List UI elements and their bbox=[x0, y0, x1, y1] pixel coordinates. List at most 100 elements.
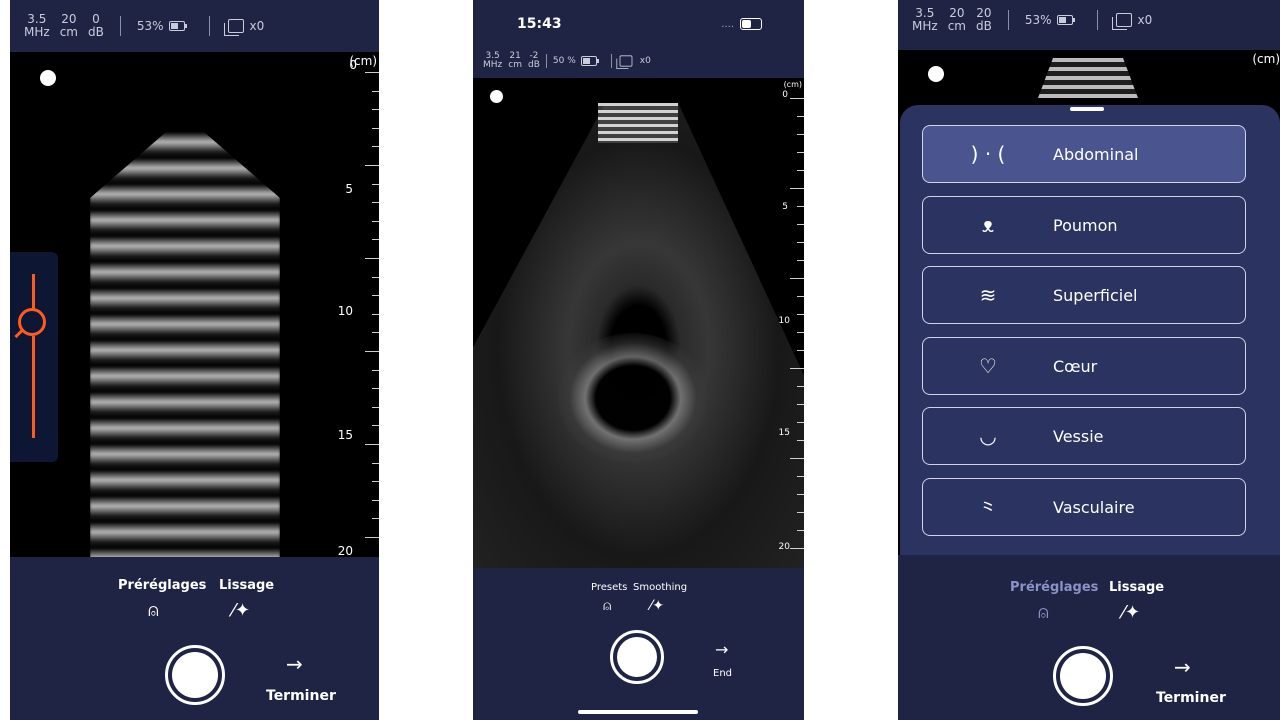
presets-button-label[interactable]: Préréglages bbox=[118, 578, 206, 593]
ruler-tick bbox=[372, 369, 379, 371]
saved-images-count[interactable]: x0 bbox=[1111, 13, 1152, 30]
end-button[interactable]: Terminer bbox=[1156, 690, 1226, 706]
heart-icon: ♡ bbox=[979, 354, 997, 378]
smoothing-button-label[interactable]: Smoothing bbox=[633, 582, 687, 593]
ruler-tick bbox=[372, 313, 379, 315]
near-field bbox=[1038, 58, 1138, 98]
ruler-label: 10 bbox=[778, 316, 790, 326]
ruler-label: 15 bbox=[337, 428, 353, 442]
arrow-right-icon[interactable]: → bbox=[286, 652, 303, 676]
ruler-tick bbox=[797, 170, 804, 171]
frequency-readout: 3.5 MHz bbox=[912, 6, 938, 33]
ruler-tick bbox=[797, 530, 804, 531]
ruler-tick bbox=[797, 350, 804, 351]
preset-label: Cœur bbox=[1053, 356, 1098, 376]
depth-readout: 20 cm bbox=[947, 6, 966, 33]
divider bbox=[1096, 10, 1098, 30]
ruler-tick bbox=[372, 295, 379, 297]
status-bar: 3.5 MHz 20 cm 0 dB 53% x0 bbox=[10, 0, 379, 52]
ruler-tick bbox=[790, 98, 804, 99]
end-button[interactable]: Terminer bbox=[266, 688, 336, 704]
ruler-tick bbox=[797, 152, 804, 153]
gallery-icon bbox=[1111, 13, 1132, 30]
ultrasound-beam bbox=[90, 132, 280, 557]
gain-readout: 20 dB bbox=[975, 6, 992, 33]
live-indicator bbox=[928, 66, 944, 82]
arrow-right-icon[interactable]: → bbox=[715, 640, 728, 659]
presets-button-label[interactable]: Préréglages bbox=[1010, 580, 1098, 595]
screen-live-scan-fr: 3.5 MHz 20 cm 0 dB 53% x0 (cm) 0 5 10 15… bbox=[10, 0, 379, 720]
sheet-grabber[interactable] bbox=[1070, 107, 1104, 111]
home-indicator[interactable] bbox=[578, 710, 698, 714]
presets-sheet: ) · ( Abdominal ᴥ Poumon ≋ Superficiel ♡… bbox=[900, 105, 1280, 555]
preset-label: Abdominal bbox=[1053, 144, 1139, 164]
gallery-icon bbox=[616, 55, 633, 69]
ruler-tick bbox=[365, 72, 379, 73]
magic-wand-icon[interactable]: ⁄✦ bbox=[650, 598, 664, 614]
person-icon[interactable]: ⍝ bbox=[603, 598, 611, 614]
battery-icon bbox=[1056, 15, 1075, 25]
ruler-label: 20 bbox=[337, 544, 353, 557]
presets-button-label[interactable]: Presets bbox=[591, 582, 627, 593]
organ-region bbox=[558, 333, 708, 463]
ruler-label: 0 bbox=[782, 90, 788, 100]
ruler-tick bbox=[372, 332, 379, 334]
ruler-tick bbox=[372, 388, 379, 390]
ruler-tick bbox=[797, 206, 804, 207]
ruler-label: 20 bbox=[778, 542, 790, 552]
ruler-tick bbox=[797, 116, 804, 117]
ruler-tick bbox=[790, 188, 804, 189]
preset-poumon[interactable]: ᴥ Poumon bbox=[922, 196, 1246, 254]
ios-status: .... bbox=[721, 18, 762, 30]
ruler-tick bbox=[790, 458, 804, 459]
gain-knob-handle bbox=[14, 328, 24, 339]
capture-button[interactable] bbox=[1053, 646, 1113, 706]
battery-icon bbox=[168, 21, 187, 31]
saved-images-count[interactable]: x0 bbox=[616, 54, 651, 69]
depth-readout: 20 cm bbox=[59, 12, 78, 39]
bladder-icon: ◡ bbox=[979, 424, 997, 448]
arrow-right-icon[interactable]: → bbox=[1174, 655, 1191, 679]
ruler-tick bbox=[365, 444, 379, 445]
abdomen-icon: ) · ( bbox=[970, 142, 1006, 166]
magic-wand-icon[interactable]: ⁄✦ bbox=[232, 600, 250, 621]
end-button[interactable]: End bbox=[713, 668, 732, 679]
ruler-tick bbox=[797, 314, 804, 315]
ruler-tick bbox=[372, 146, 379, 148]
ruler-label: 0 bbox=[349, 58, 357, 72]
frequency-readout: 3.5 MHz bbox=[483, 50, 503, 70]
ultrasound-image[interactable]: (cm) 0 5 10 15 20 bbox=[473, 78, 804, 568]
person-icon[interactable]: ⍝ bbox=[148, 600, 159, 621]
gallery-icon bbox=[223, 19, 244, 36]
gain-slider[interactable] bbox=[10, 252, 58, 462]
layers-icon: ≋ bbox=[979, 283, 997, 307]
ruler-tick bbox=[372, 499, 379, 501]
ruler-tick bbox=[365, 258, 379, 259]
ruler-tick bbox=[372, 90, 379, 92]
ruler-tick bbox=[790, 368, 804, 369]
screen-presets-menu: 3.5 MHz 20 cm 20 dB 53% x0 (cm) ) · ( Abdom… bbox=[898, 0, 1280, 720]
smoothing-button-label[interactable]: Lissage bbox=[219, 578, 274, 593]
preset-vessie[interactable]: ◡ Vessie bbox=[922, 407, 1246, 465]
ruler-tick bbox=[365, 351, 379, 352]
preset-coeur[interactable]: ♡ Cœur bbox=[922, 337, 1246, 395]
smoothing-button-label[interactable]: Lissage bbox=[1109, 580, 1164, 595]
ultrasound-image[interactable]: (cm) 0 5 10 15 20 bbox=[10, 52, 379, 557]
person-icon[interactable]: ⍝ bbox=[1038, 602, 1049, 623]
preset-superficiel[interactable]: ≋ Superficiel bbox=[922, 266, 1246, 324]
ruler-tick bbox=[372, 425, 379, 427]
gain-readout: -2 dB bbox=[527, 50, 540, 70]
preset-label: Poumon bbox=[1053, 215, 1118, 235]
ruler-tick bbox=[797, 422, 804, 423]
capture-button[interactable] bbox=[610, 630, 664, 684]
divider bbox=[1007, 10, 1009, 30]
preset-abdominal[interactable]: ) · ( Abdominal bbox=[922, 125, 1246, 183]
preset-vasculaire[interactable]: ⺀ Vasculaire bbox=[922, 478, 1246, 536]
live-indicator bbox=[40, 70, 56, 86]
magic-wand-icon[interactable]: ⁄✦ bbox=[1122, 602, 1140, 623]
capture-button[interactable] bbox=[165, 645, 225, 705]
battery-status: 53% bbox=[137, 19, 187, 33]
ruler-tick bbox=[790, 278, 804, 279]
ruler-tick bbox=[365, 537, 379, 538]
saved-images-count[interactable]: x0 bbox=[223, 19, 264, 36]
